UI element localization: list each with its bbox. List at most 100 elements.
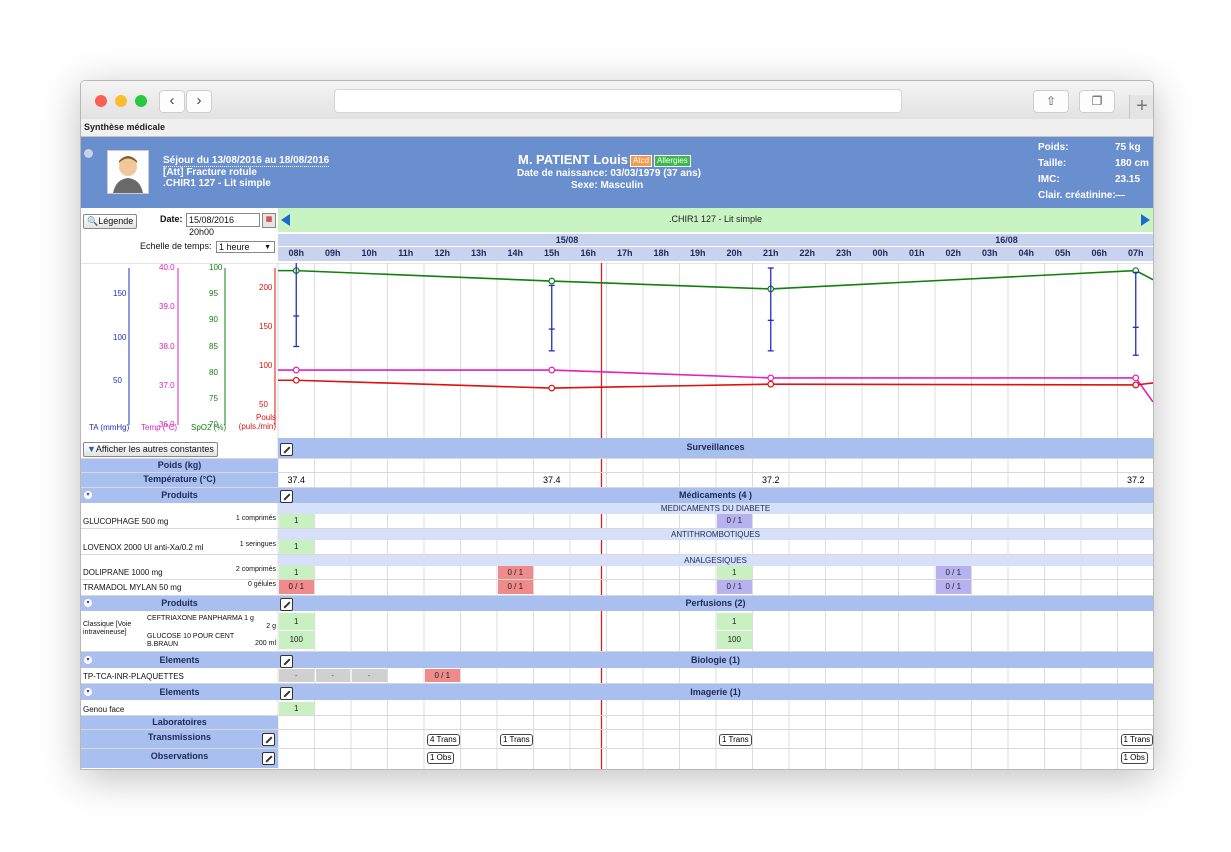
- admin-cell[interactable]: 0 / 1: [498, 566, 533, 579]
- temp-tick: 39.0: [159, 302, 175, 312]
- pouls-tick: 50: [259, 400, 268, 410]
- minimize-window-button[interactable]: [115, 95, 127, 107]
- temp-tick: 37.0: [159, 380, 175, 390]
- perfusion-qty: 2 g: [266, 623, 276, 630]
- timescale-label: Echelle de temps:: [140, 241, 212, 251]
- patient-name: M. PATIENT Louis Atcd Allergies: [518, 152, 691, 167]
- observation-chip[interactable]: 1 Obs: [427, 752, 455, 764]
- atcd-badge[interactable]: Atcd: [630, 154, 653, 167]
- ta-tick: 100: [113, 332, 127, 342]
- series-point[interactable]: [1132, 374, 1140, 382]
- chevron-left-icon: ‹: [169, 92, 175, 109]
- series-point[interactable]: [548, 277, 556, 285]
- temperature-value[interactable]: 37.4: [534, 474, 571, 487]
- series-point[interactable]: [292, 376, 300, 384]
- day-label: 16/08: [995, 235, 1018, 245]
- series-point[interactable]: [767, 380, 775, 388]
- biology-cell[interactable]: -: [352, 669, 387, 682]
- admin-cell[interactable]: 0 / 1: [717, 580, 752, 594]
- new-tab-button[interactable]: +: [1129, 95, 1153, 119]
- admin-cell[interactable]: 0 / 1: [936, 580, 971, 594]
- admin-cell[interactable]: 1: [279, 540, 314, 554]
- next-arrow-icon[interactable]: [1141, 214, 1150, 226]
- perfusion-cell[interactable]: 1: [717, 613, 752, 630]
- allergies-badge[interactable]: Allergies: [654, 154, 691, 167]
- edit-icon[interactable]: [262, 733, 275, 746]
- share-button[interactable]: ⇧: [1033, 90, 1069, 113]
- admin-cell[interactable]: 1: [279, 514, 314, 528]
- temperature-value[interactable]: 37.4: [278, 474, 315, 487]
- hour-label: 14h: [507, 248, 523, 258]
- biology-cell[interactable]: -: [315, 669, 350, 682]
- series-point[interactable]: [1132, 381, 1140, 389]
- biology-cell[interactable]: -: [279, 669, 314, 682]
- hour-label: 07h: [1127, 248, 1144, 258]
- imaging-item: Genou face: [83, 705, 125, 714]
- legend-button[interactable]: 🔍Légende: [83, 214, 138, 229]
- med-qty: 1 comprimés: [235, 515, 276, 522]
- title-bar: ‹ › ⇧ ❐ +: [81, 81, 1153, 120]
- series-point[interactable]: [548, 384, 556, 392]
- calendar-icon[interactable]: ▦: [262, 213, 276, 228]
- biology-cell[interactable]: 0 / 1: [425, 669, 460, 682]
- admin-cell[interactable]: 0 / 1: [498, 580, 533, 594]
- series-point[interactable]: [292, 366, 300, 374]
- elements-label: Elements: [159, 655, 200, 665]
- admin-cell[interactable]: 1: [717, 566, 752, 579]
- hour-label: 09h: [324, 248, 341, 258]
- status-dot: [84, 149, 93, 158]
- perfusion-cell[interactable]: 1: [279, 613, 314, 630]
- back-button[interactable]: ‹: [159, 90, 185, 113]
- hour-label: 18h: [653, 248, 669, 258]
- hour-label: 13h: [470, 248, 487, 258]
- spo2-tick: 80: [209, 367, 218, 377]
- hour-label: 16h: [580, 248, 596, 258]
- transmission-chip[interactable]: 1 Trans: [719, 734, 752, 746]
- series-point[interactable]: [548, 366, 556, 374]
- timescale-select[interactable]: 1 heure ▼: [216, 241, 275, 253]
- forward-button[interactable]: ›: [186, 90, 212, 113]
- hour-label: 15h: [543, 248, 560, 258]
- edit-icon[interactable]: [262, 752, 275, 765]
- observation-chip[interactable]: 1 Obs: [1120, 752, 1148, 764]
- show-constants-button[interactable]: ▼Afficher les autres constantes: [83, 442, 218, 457]
- admin-cell[interactable]: 1: [279, 566, 314, 579]
- transmission-chip[interactable]: 4 Trans: [427, 734, 460, 746]
- spo2-axis-label: SpO2 (%): [191, 423, 227, 432]
- temp-axis-label: Temp (°C): [141, 423, 178, 432]
- pouls-tick: 100: [259, 361, 273, 371]
- surveillances-title: Surveillances: [686, 442, 745, 452]
- admin-cell[interactable]: 0 / 1: [717, 514, 752, 528]
- temperature-value[interactable]: 37.2: [753, 474, 790, 487]
- height-value: 180 cm: [1115, 158, 1149, 169]
- address-bar[interactable]: [334, 89, 902, 113]
- bmi-value: 23.15: [1115, 174, 1141, 185]
- perfusion-qty: 200 ml: [254, 640, 276, 647]
- imaging-cell[interactable]: 1: [279, 702, 314, 715]
- med-qty: 0 gélules: [247, 581, 276, 588]
- transmission-chip[interactable]: 1 Trans: [1120, 734, 1153, 746]
- patient-name-text[interactable]: M. PATIENT Louis: [518, 152, 628, 167]
- admin-cell[interactable]: 0 / 1: [936, 566, 971, 579]
- triangle-down-icon: ▼: [87, 444, 96, 454]
- perfusion-cell[interactable]: 100: [279, 631, 314, 649]
- creatinine-value: —: [1115, 190, 1125, 201]
- transmission-chip[interactable]: 1 Trans: [500, 734, 533, 746]
- observations-label: Observations: [150, 751, 209, 761]
- series-point[interactable]: [767, 374, 775, 382]
- perfusion-cell[interactable]: 100: [717, 631, 752, 649]
- stay-dates[interactable]: Séjour du 13/08/2016 au 18/08/2016: [163, 155, 330, 167]
- admin-cell[interactable]: 0 / 1: [279, 580, 314, 594]
- row-divider: [81, 579, 1153, 580]
- magnifier-icon: 🔍: [87, 216, 99, 226]
- weight-value: 75 kg: [1115, 142, 1141, 153]
- timescale-value: 1 heure: [219, 242, 250, 252]
- date-input[interactable]: 15/08/2016 20h00: [186, 213, 260, 237]
- share-icon: ⇧: [1045, 94, 1057, 108]
- date-label: Date:: [160, 214, 183, 224]
- tabs-button[interactable]: ❐: [1079, 90, 1115, 113]
- zoom-window-button[interactable]: [135, 95, 147, 107]
- close-window-button[interactable]: [95, 95, 107, 107]
- temperature-value[interactable]: 37.2: [1118, 474, 1154, 487]
- laboratories-label: Laboratoires: [152, 717, 207, 727]
